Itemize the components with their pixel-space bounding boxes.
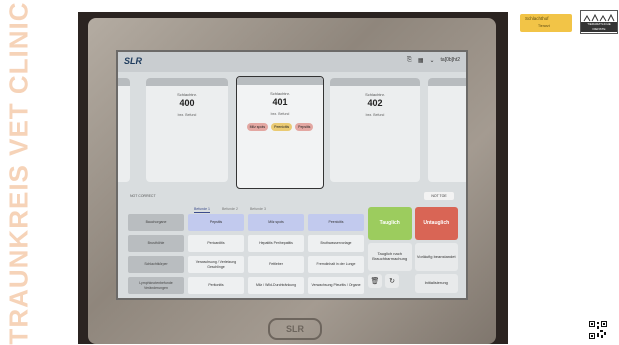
finding-button[interactable]: Pepsitis (188, 214, 244, 231)
carcass-card-selected[interactable]: Schlachtnr. 401 bez. Befund Milz spots P… (236, 76, 324, 189)
card-number: 401 (272, 97, 288, 107)
finding-tag[interactable]: Peenicitis (271, 123, 293, 131)
finding-tags: Milz spots Peenicitis Pepsitis (237, 123, 323, 131)
vorlaeufig-button[interactable]: Vorläufig beanstandet (414, 243, 458, 271)
card-sub: bez. Befund (365, 113, 385, 117)
inspection-screen: SLR ⎘ ▦ ⌄ ta[0b]ht2 Schlachtnr. 400 bez.… (116, 50, 468, 300)
clinic-watermark: TRAUNKREIS VET CLINIC (3, 1, 35, 344)
findings-tabs: Befunde 1 Befunde 2 Befunde 3 (194, 207, 266, 213)
trash-icon[interactable]: 🗑 (368, 273, 382, 288)
category-button[interactable]: Brusthöhle (128, 235, 184, 252)
grid-icon[interactable]: ▦ (418, 57, 424, 64)
card-sub: bez. Befund (177, 113, 197, 117)
category-button[interactable]: Lymphknotenbefunde Veränderungen (128, 277, 184, 294)
decision-panel: Tauglich Untauglich Tauglich nach Brauch… (368, 207, 458, 293)
card-label: Schlachtnr. (365, 92, 385, 97)
user-name[interactable]: ta[0b]ht2 (441, 57, 460, 64)
carcass-card[interactable]: Schlachtnr. 400 bez. Befund (146, 78, 228, 182)
finding-button[interactable]: Fettleber (248, 256, 304, 273)
card-number: 400 (179, 98, 195, 108)
finding-button[interactable]: Verwachsung / Verletzung Geschlinge (188, 256, 244, 273)
tab-befunde-1[interactable]: Befunde 1 (194, 207, 210, 213)
findings-grid: Bauchorgane Pepsitis Milz spots Peenicit… (128, 214, 364, 294)
qr-code-icon (588, 320, 608, 340)
next-button[interactable]: NOT TOE (424, 192, 454, 200)
logo-line2: Tierarzt (538, 24, 550, 28)
tool-row: 🗑 ↻ (368, 273, 412, 293)
finding-button[interactable]: Fremdinhalt in der Lunge (308, 256, 364, 273)
tauglich-button[interactable]: Tauglich (368, 207, 412, 241)
tab-befunde-3[interactable]: Befunde 3 (250, 207, 266, 213)
partner-logo-yellow: Schlachthof Tierarzt (520, 14, 572, 32)
tauglich-nach-button[interactable]: Tauglich nach Brauchbarmachung (368, 243, 412, 271)
carcass-card-partial[interactable] (428, 78, 466, 182)
category-button[interactable]: Schlachtkörper (128, 256, 184, 273)
card-sub: bez. Befund (270, 112, 290, 116)
finding-button[interactable]: Verwachsung Pleuritis / Organe (308, 277, 364, 294)
previous-link[interactable]: NOT CORRECT (130, 194, 156, 198)
status-area: ⎘ ▦ ⌄ ta[0b]ht2 (407, 57, 460, 64)
top-bar: SLR ⎘ ▦ ⌄ ta[0b]ht2 (118, 52, 466, 72)
category-button[interactable]: Bauchorgane (128, 214, 184, 231)
finding-tag[interactable]: Pepsitis (295, 123, 314, 131)
carcass-cards: Schlachtnr. 400 bez. Befund Schlachtnr. … (118, 76, 466, 190)
finding-button[interactable]: Milz spots (248, 214, 304, 231)
card-label: Schlachtnr. (270, 91, 290, 96)
card-number: 402 (367, 98, 383, 108)
watermark-text: TRAUNKREIS VET CLINIC (3, 1, 34, 345)
terminal-photo: SLR SLR ⎘ ▦ ⌄ ta[0b]ht2 Schlachtnr. 400 … (78, 12, 508, 344)
user-chevron-icon[interactable]: ⌄ (430, 57, 435, 64)
bezel-logo: SLR (268, 318, 322, 340)
finding-button[interactable]: Milz / Wild-Durchtränkung (248, 277, 304, 294)
card-label: Schlachtnr. (177, 92, 197, 97)
printer-icon[interactable]: ⎘ (407, 57, 412, 64)
tab-befunde-2[interactable]: Befunde 2 (222, 207, 238, 213)
finding-button[interactable]: Hepatitis Perihepatitis (248, 235, 304, 252)
untauglich-button[interactable]: Untauglich (414, 207, 458, 241)
partner-logo-animals: TIERARZTLICHE DIENSTE (580, 10, 618, 34)
app-logo: SLR (124, 56, 142, 66)
finding-tag[interactable]: Milz spots (246, 123, 269, 131)
carcass-card-partial[interactable] (118, 78, 130, 182)
finding-button[interactable]: Peritonitis (188, 277, 244, 294)
logo-label: TIERARZTLICHE DIENSTE (581, 22, 617, 32)
finding-button[interactable]: Bruthwasservorlage (308, 235, 364, 252)
finding-button[interactable]: Pericarditis (188, 235, 244, 252)
finding-button[interactable]: Peenicitis (308, 214, 364, 231)
carcass-card[interactable]: Schlachtnr. 402 bez. Befund (330, 78, 420, 182)
logo-line1: Schlachthof (525, 16, 549, 21)
initialisierung-button[interactable]: Initialisierung (414, 273, 458, 293)
refresh-icon[interactable]: ↻ (385, 273, 399, 288)
